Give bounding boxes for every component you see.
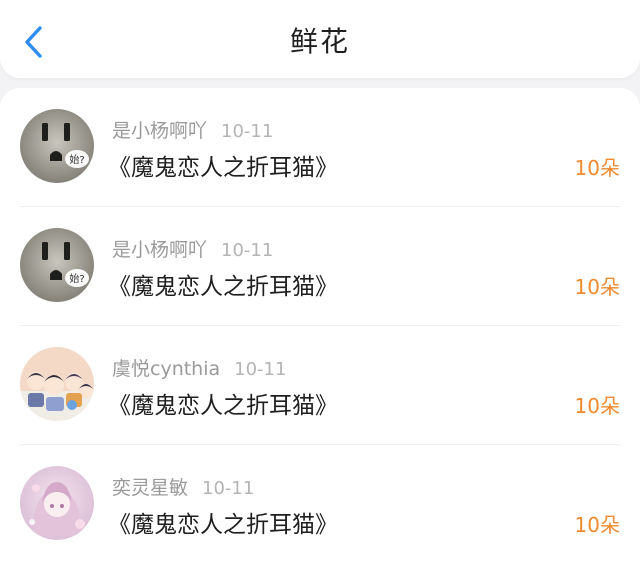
flower-count: 10朵 xyxy=(574,394,620,418)
list-item[interactable]: 始? 是小杨啊吖 10-11 《魔鬼恋人之折耳猫》 10朵 xyxy=(0,88,640,207)
anime-girl-avatar-image xyxy=(20,466,94,540)
record-date: 10-11 xyxy=(221,240,274,261)
list-item[interactable]: 始? 是小杨啊吖 10-11 《魔鬼恋人之折耳猫》 10朵 xyxy=(0,207,640,326)
avatar[interactable]: 始? xyxy=(20,109,94,183)
user-name[interactable]: 奕灵星敏 xyxy=(112,477,188,499)
work-title[interactable]: 《魔鬼恋人之折耳猫》 xyxy=(108,148,338,182)
user-name[interactable]: 是小杨啊吖 xyxy=(112,120,207,142)
list-item[interactable]: 虞悦cynthia 10-11 《魔鬼恋人之折耳猫》 10朵 xyxy=(0,326,640,445)
top-nav-bar: 鲜花 xyxy=(0,0,640,78)
avatar[interactable] xyxy=(20,347,94,421)
flower-count: 10朵 xyxy=(574,513,620,537)
flower-record-list: 始? 是小杨啊吖 10-11 《魔鬼恋人之折耳猫》 10朵 始? 是小杨啊吖 1… xyxy=(0,88,640,575)
avatar-caption: 始? xyxy=(69,153,84,166)
list-item[interactable]: 奕灵星敏 10-11 《魔鬼恋人之折耳猫》 10朵 xyxy=(0,445,640,564)
page-title: 鲜花 xyxy=(289,25,350,58)
user-name[interactable]: 虞悦cynthia xyxy=(112,358,220,380)
record-date: 10-11 xyxy=(202,478,255,499)
flower-count: 10朵 xyxy=(574,156,620,180)
work-title[interactable]: 《魔鬼恋人之折耳猫》 xyxy=(108,267,338,301)
avatar[interactable] xyxy=(20,466,94,540)
record-date: 10-11 xyxy=(221,121,274,142)
user-name[interactable]: 是小杨啊吖 xyxy=(112,239,207,261)
outlet-avatar-image: 始? xyxy=(20,109,94,183)
cartoon-group-avatar-image xyxy=(20,347,94,421)
flower-count: 10朵 xyxy=(574,275,620,299)
outlet-avatar-image: 始? xyxy=(20,228,94,302)
avatar-caption: 始? xyxy=(69,272,84,285)
record-date: 10-11 xyxy=(234,359,287,380)
avatar[interactable]: 始? xyxy=(20,228,94,302)
work-title[interactable]: 《魔鬼恋人之折耳猫》 xyxy=(108,505,338,539)
work-title[interactable]: 《魔鬼恋人之折耳猫》 xyxy=(108,386,338,420)
